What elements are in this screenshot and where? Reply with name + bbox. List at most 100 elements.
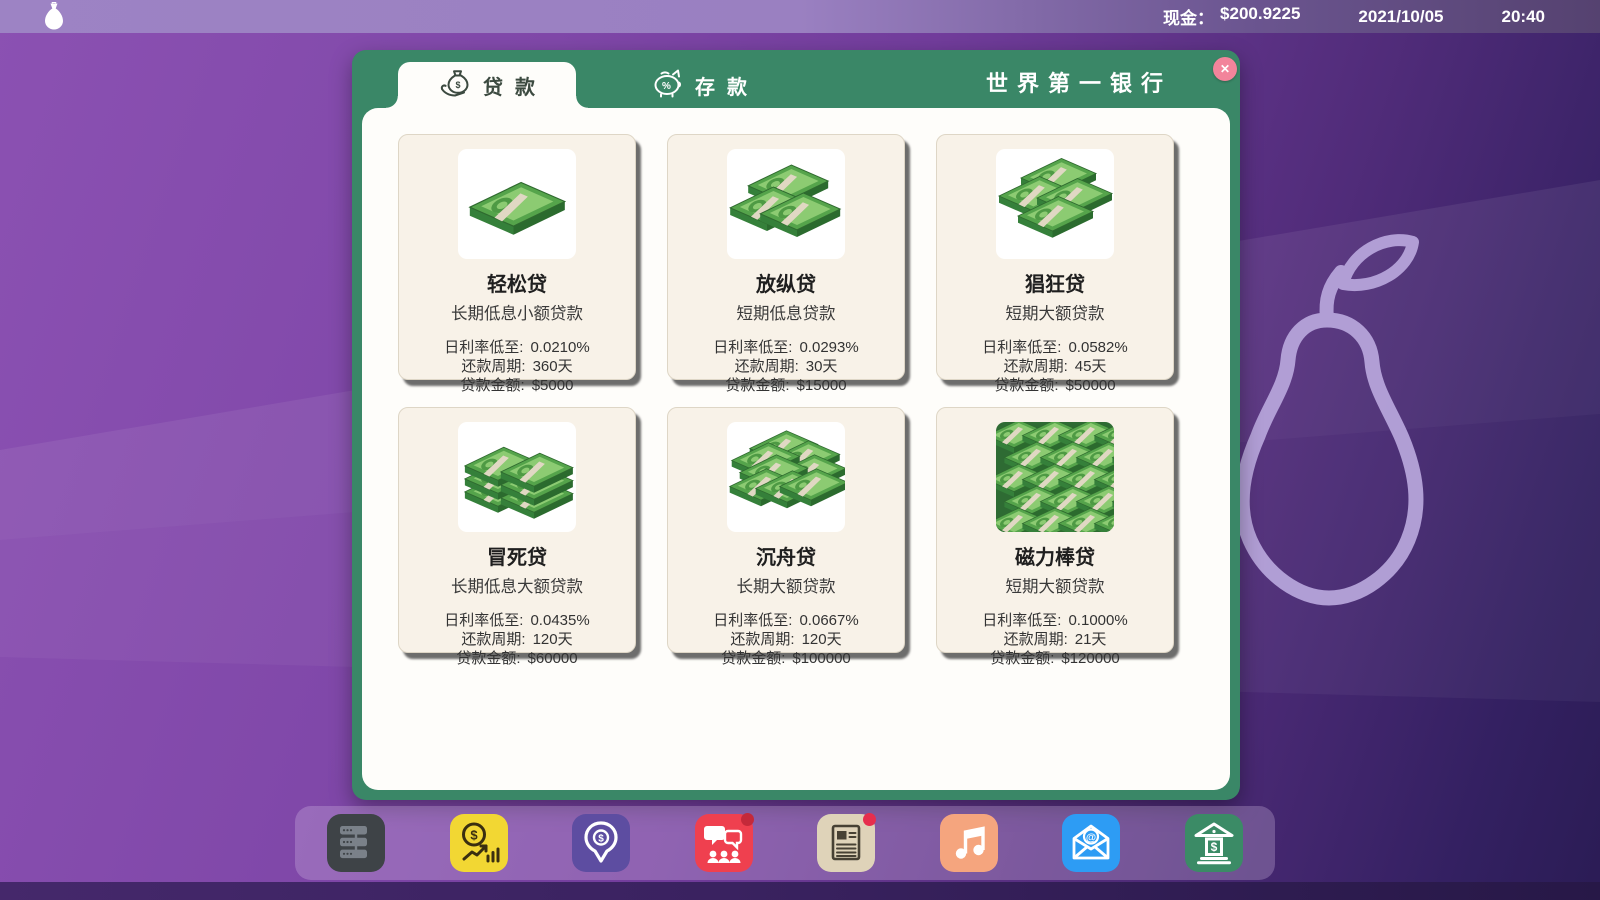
loan-details: 日利率低至: 0.1000% 还款周期: 21天 贷款金额: $120000 xyxy=(937,611,1173,668)
loan-amount-value: $120000 xyxy=(1061,649,1119,668)
tab-loans[interactable]: $ 贷款 xyxy=(398,62,576,108)
cash-label: 现金： xyxy=(1163,4,1214,29)
loan-card[interactable]: 轻松贷 长期低息小额贷款 日利率低至: 0.0210% 还款周期: 360天 贷… xyxy=(398,134,636,380)
loan-description: 短期大额贷款 xyxy=(937,300,1173,324)
loan-card[interactable]: 磁力棒贷 短期大额贷款 日利率低至: 0.1000% 还款周期: 21天 贷款金… xyxy=(936,407,1174,653)
bank-window: $ 贷款 % 存款 世界第一银行 ✕ xyxy=(352,50,1240,800)
loan-rate-label: 日利率低至: xyxy=(982,611,1061,630)
money-pin-icon xyxy=(577,818,625,869)
newspaper-icon xyxy=(822,818,870,869)
loan-rate-label: 日利率低至: xyxy=(444,338,523,357)
notification-badge xyxy=(863,813,876,826)
loan-name: 猖狂贷 xyxy=(937,268,1173,297)
bank-building-icon xyxy=(1190,818,1238,869)
cash-stack-6-icon xyxy=(458,422,576,532)
cash-pile-3-icon xyxy=(727,149,845,259)
cash-carpet-icon xyxy=(996,422,1114,532)
music-note-icon xyxy=(945,818,993,869)
loan-period-value: 360天 xyxy=(533,357,573,376)
bank-title: 世界第一银行 xyxy=(986,66,1172,98)
loan-description: 长期低息小额贷款 xyxy=(399,300,635,324)
loan-amount-label: 贷款金额: xyxy=(994,376,1058,395)
dock-server-app[interactable] xyxy=(327,814,385,872)
tab-deposits[interactable]: % 存款 xyxy=(624,62,774,108)
dock-finance-app[interactable] xyxy=(450,814,508,872)
loan-details: 日利率低至: 0.0293% 还款周期: 30天 贷款金额: $15000 xyxy=(668,338,904,395)
loan-details: 日利率低至: 0.0582% 还款周期: 45天 贷款金额: $50000 xyxy=(937,338,1173,395)
loan-rate-label: 日利率低至: xyxy=(713,338,792,357)
loan-period-value: 120天 xyxy=(533,630,573,649)
bank-content: 轻松贷 长期低息小额贷款 日利率低至: 0.0210% 还款周期: 360天 贷… xyxy=(362,108,1230,790)
dock-mail-app[interactable] xyxy=(1062,814,1120,872)
loan-name: 磁力棒贷 xyxy=(937,541,1173,570)
server-rack-icon xyxy=(332,818,380,869)
loan-card[interactable]: 冒死贷 长期低息大额贷款 日利率低至: 0.0435% 还款周期: 120天 贷… xyxy=(398,407,636,653)
piggy-bank-percent-icon: % xyxy=(651,68,685,103)
loan-card[interactable]: 放纵贷 短期低息贷款 日利率低至: 0.0293% 还款周期: 30天 贷款金额… xyxy=(667,134,905,380)
loan-description: 短期大额贷款 xyxy=(937,573,1173,597)
loan-description: 长期低息大额贷款 xyxy=(399,573,635,597)
loan-name: 轻松贷 xyxy=(399,268,635,297)
close-button[interactable]: ✕ xyxy=(1213,57,1237,81)
loan-amount-label: 贷款金额: xyxy=(990,649,1054,668)
top-status-bar: 现金： $200.9225 2021/10/05 20:40 xyxy=(0,0,1600,33)
loan-amount-label: 贷款金额: xyxy=(721,649,785,668)
loan-details: 日利率低至: 0.0210% 还款周期: 360天 贷款金额: $5000 xyxy=(399,338,635,395)
loan-description: 短期低息贷款 xyxy=(668,300,904,324)
loan-period-value: 30天 xyxy=(806,357,838,376)
app-dock xyxy=(295,806,1275,880)
loan-period-label: 还款周期: xyxy=(730,630,794,649)
svg-text:%: % xyxy=(662,81,671,92)
loan-period-label: 还款周期: xyxy=(1004,630,1068,649)
loan-rate-value: 0.0667% xyxy=(799,611,858,630)
loan-name: 放纵贷 xyxy=(668,268,904,297)
dock-music-app[interactable] xyxy=(940,814,998,872)
loan-period-label: 还款周期: xyxy=(1004,357,1068,376)
loan-amount-value: $50000 xyxy=(1066,376,1116,395)
dock-bank-app[interactable] xyxy=(1185,814,1243,872)
svg-text:$: $ xyxy=(455,80,460,90)
loan-period-label: 还款周期: xyxy=(461,630,525,649)
loan-amount-value: $60000 xyxy=(528,649,578,668)
loan-period-label: 还款周期: xyxy=(735,357,799,376)
loan-rate-value: 0.0293% xyxy=(799,338,858,357)
loan-rate-label: 日利率低至: xyxy=(444,611,523,630)
coin-chart-icon xyxy=(455,818,503,869)
loan-period-value: 120天 xyxy=(802,630,842,649)
loan-rate-value: 0.0582% xyxy=(1068,338,1127,357)
loan-rate-value: 0.0435% xyxy=(530,611,589,630)
notification-badge xyxy=(741,813,754,826)
game-date: 2021/10/05 xyxy=(1358,7,1443,27)
loan-card[interactable]: 猖狂贷 短期大额贷款 日利率低至: 0.0582% 还款周期: 45天 贷款金额… xyxy=(936,134,1174,380)
loan-grid: 轻松贷 长期低息小额贷款 日利率低至: 0.0210% 还款周期: 360天 贷… xyxy=(398,134,1174,653)
loan-period-label: 还款周期: xyxy=(461,357,525,376)
loan-period-value: 45天 xyxy=(1075,357,1107,376)
loan-amount-label: 贷款金额: xyxy=(725,376,789,395)
hand-money-bag-icon: $ xyxy=(439,68,473,103)
dock-map-money-app[interactable] xyxy=(572,814,630,872)
bottom-strip xyxy=(0,882,1600,900)
dock-chat-app[interactable] xyxy=(695,814,753,872)
group-chat-icon xyxy=(700,818,748,869)
tab-deposits-label: 存款 xyxy=(695,71,759,100)
loan-rate-value: 0.1000% xyxy=(1068,611,1127,630)
cash-value: $200.9225 xyxy=(1220,4,1300,29)
loan-amount-label: 贷款金额: xyxy=(461,376,525,395)
loan-details: 日利率低至: 0.0435% 还款周期: 120天 贷款金额: $60000 xyxy=(399,611,635,668)
loan-rate-label: 日利率低至: xyxy=(713,611,792,630)
loan-amount-label: 贷款金额: xyxy=(456,649,520,668)
game-time: 20:40 xyxy=(1502,7,1545,27)
cash-pile-4-icon xyxy=(996,149,1114,259)
loan-rate-value: 0.0210% xyxy=(530,338,589,357)
loan-details: 日利率低至: 0.0667% 还款周期: 120天 贷款金额: $100000 xyxy=(668,611,904,668)
loan-rate-label: 日利率低至: xyxy=(982,338,1061,357)
cash-pile-1-icon xyxy=(458,149,576,259)
loan-card[interactable]: 沉舟贷 长期大额贷款 日利率低至: 0.0667% 还款周期: 120天 贷款金… xyxy=(667,407,905,653)
mail-at-icon xyxy=(1067,818,1115,869)
loan-name: 沉舟贷 xyxy=(668,541,904,570)
dock-news-app[interactable] xyxy=(817,814,875,872)
loan-amount-value: $5000 xyxy=(532,376,574,395)
loan-period-value: 21天 xyxy=(1075,630,1107,649)
cash-pile-8-icon xyxy=(727,422,845,532)
pear-outline-logo xyxy=(1222,222,1437,627)
